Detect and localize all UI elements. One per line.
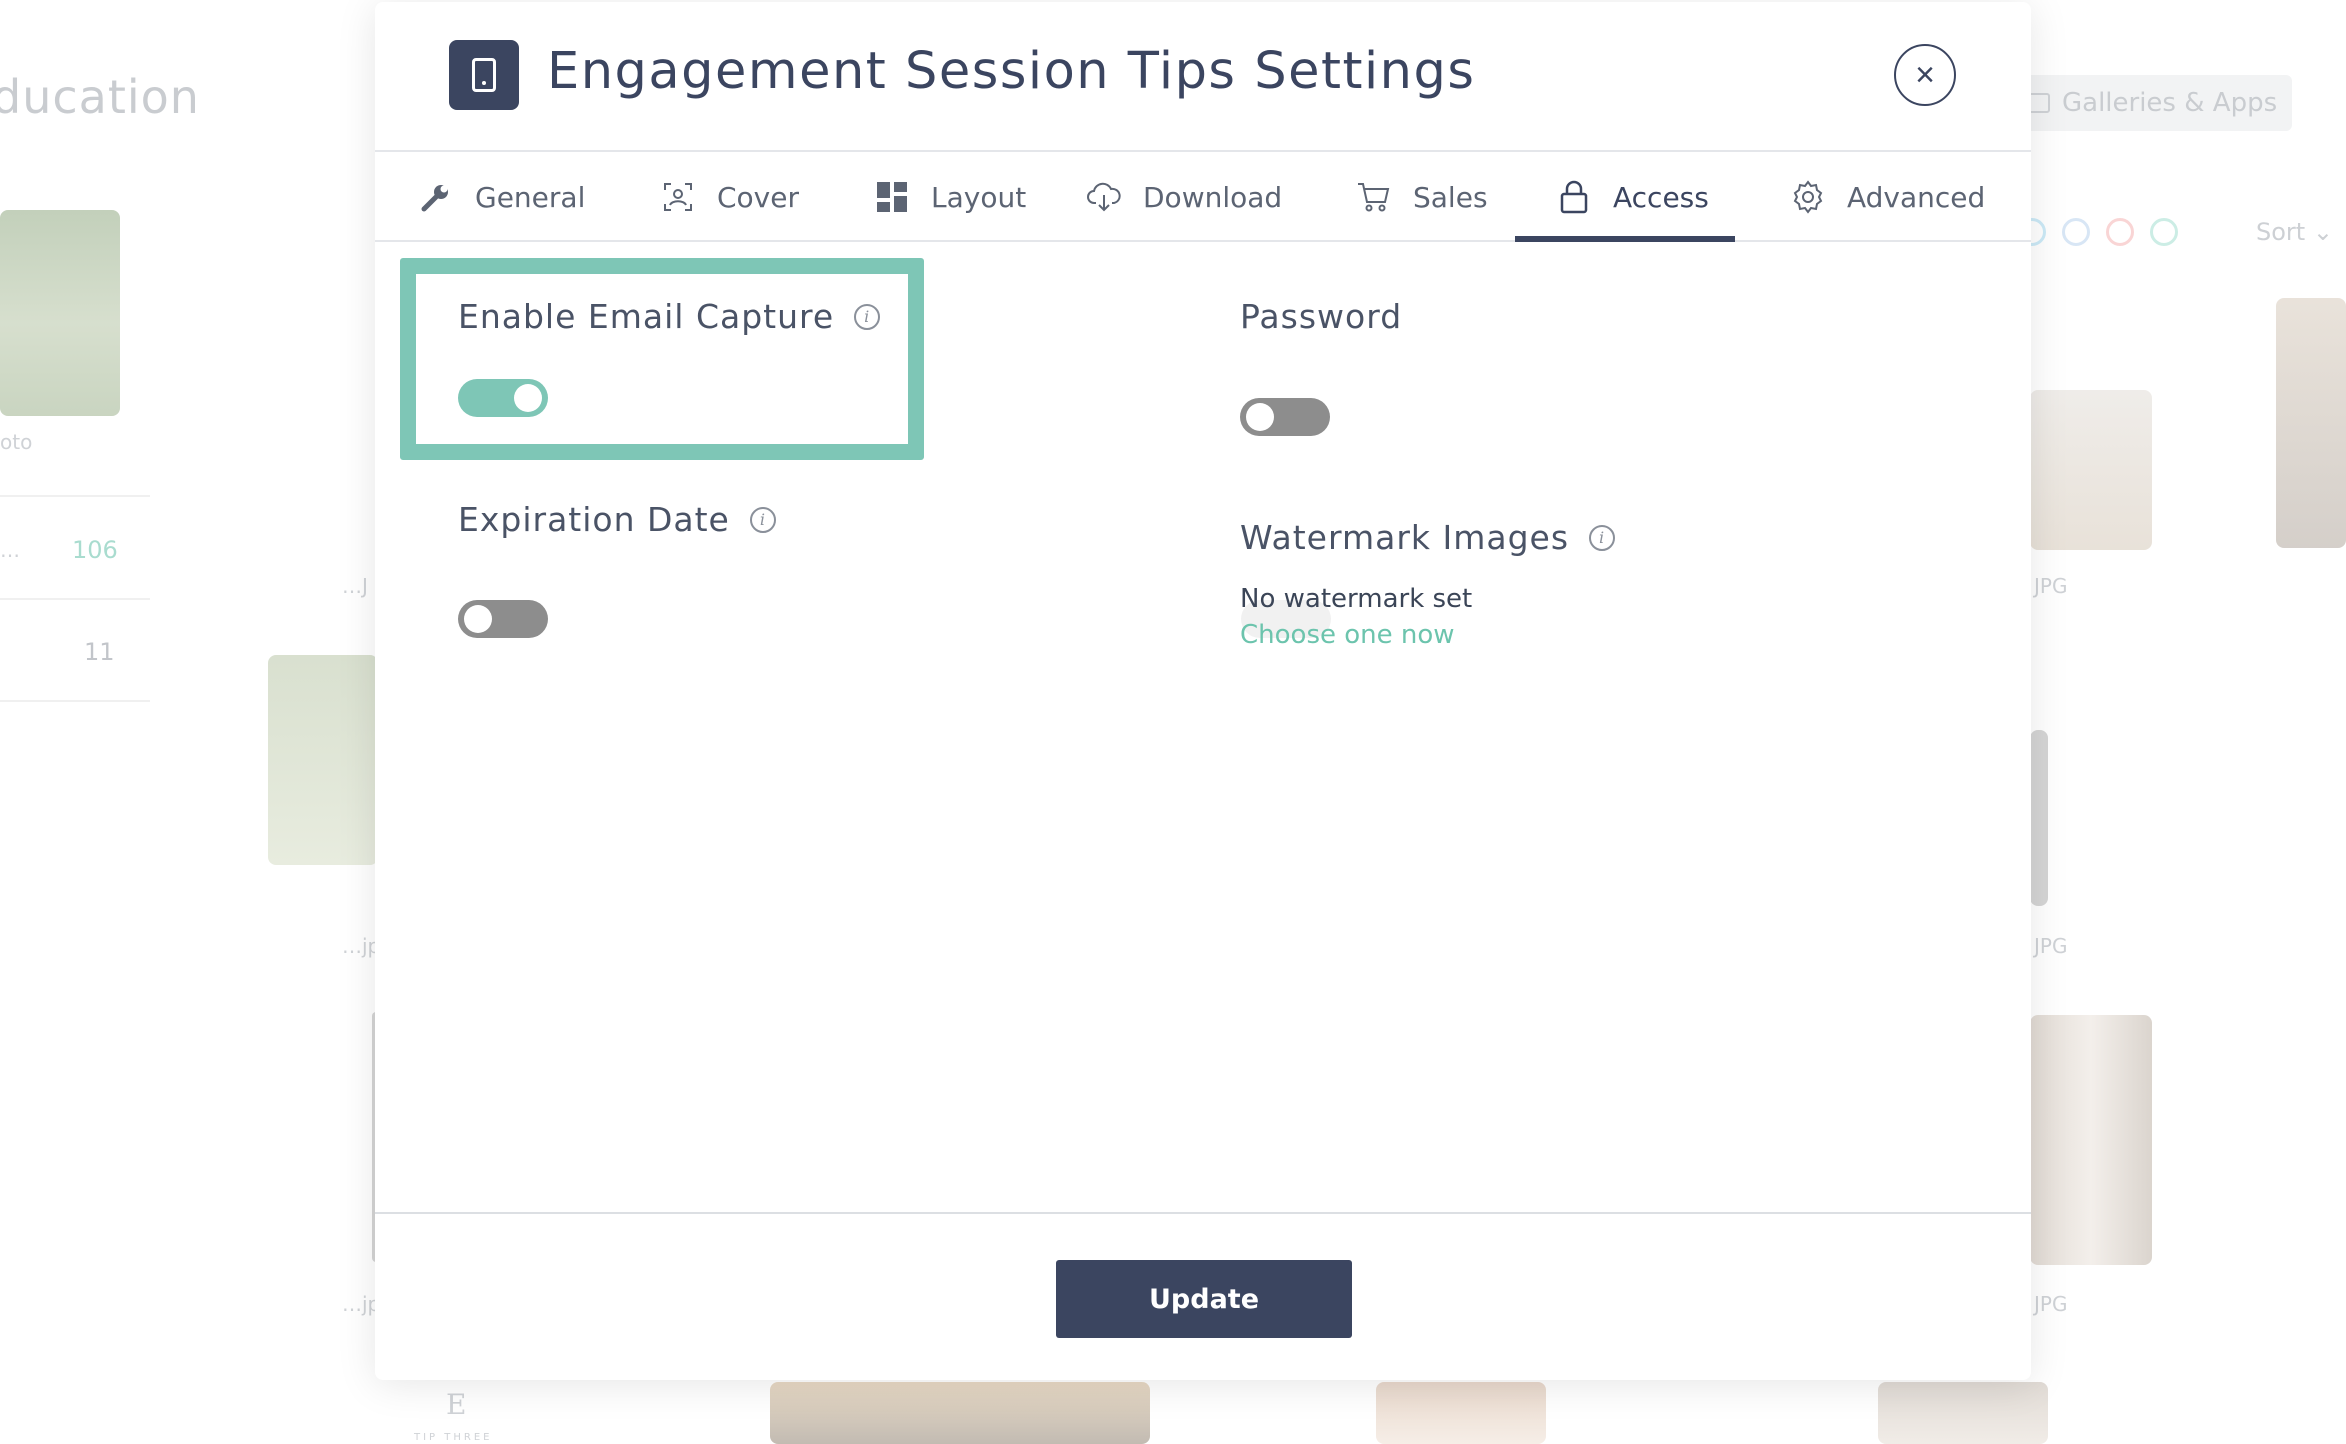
info-icon[interactable]: i xyxy=(854,303,881,330)
lock-icon xyxy=(1557,180,1591,214)
background-thumbnail-letter: E xyxy=(446,1388,467,1421)
tab-download[interactable]: Download xyxy=(1087,152,1282,242)
background-swatch xyxy=(2062,218,2090,246)
tab-layout-label: Layout xyxy=(931,180,1027,214)
tab-cover[interactable]: Cover xyxy=(661,152,799,242)
expiration-date-label: Expiration Date i xyxy=(458,500,776,539)
background-thumbnail xyxy=(2030,1015,2152,1265)
phone-icon xyxy=(472,58,496,92)
background-caption: … xyxy=(0,538,20,562)
background-galleries-apps-button: Galleries & Apps xyxy=(2010,75,2292,131)
password-label: Password xyxy=(1240,297,1402,336)
background-thumbnail-subtitle: TIP THREE xyxy=(414,1432,493,1443)
tab-general[interactable]: General xyxy=(419,152,585,242)
background-thumbnail xyxy=(1878,1382,2048,1444)
background-caption: JPG xyxy=(2034,934,2068,958)
expiration-date-label-text: Expiration Date xyxy=(458,500,730,539)
gear-icon xyxy=(1791,180,1825,214)
tab-advanced-label: Advanced xyxy=(1847,180,1986,214)
tab-general-label: General xyxy=(475,180,586,214)
background-count: 106 xyxy=(72,536,118,564)
choose-watermark-link[interactable]: Choose one now xyxy=(1240,620,1455,650)
background-divider xyxy=(0,495,150,497)
mobile-app-icon xyxy=(449,40,519,110)
watermark-images-label: Watermark Images i xyxy=(1240,518,1616,557)
settings-tabs: General Cover Layout Download Sales Acce… xyxy=(375,150,2031,242)
background-divider xyxy=(0,598,150,600)
background-divider xyxy=(0,700,150,702)
email-capture-highlight xyxy=(400,258,924,460)
info-icon[interactable]: i xyxy=(749,506,776,533)
email-capture-label: Enable Email Capture i xyxy=(458,297,881,336)
background-swatch xyxy=(2106,218,2134,246)
grid-layout-icon xyxy=(875,180,909,214)
cart-icon xyxy=(1357,180,1391,214)
toggle-knob xyxy=(514,384,542,412)
tab-layout[interactable]: Layout xyxy=(875,152,1026,242)
footer-divider xyxy=(375,1212,2031,1214)
tab-download-label: Download xyxy=(1143,180,1283,214)
background-caption: …J xyxy=(342,574,368,598)
tab-advanced[interactable]: Advanced xyxy=(1791,152,1985,242)
background-thumbnail xyxy=(1376,1382,1546,1444)
update-button[interactable]: Update xyxy=(1056,1260,1352,1338)
background-caption: oto xyxy=(0,430,33,454)
email-capture-toggle[interactable] xyxy=(458,379,548,417)
email-capture-label-text: Enable Email Capture xyxy=(458,297,835,336)
background-thumbnail xyxy=(0,210,120,416)
close-icon: × xyxy=(1915,56,1935,94)
password-toggle[interactable] xyxy=(1240,398,1330,436)
modal-header: Engagement Session Tips Settings × xyxy=(375,2,2031,150)
cover-photo-icon xyxy=(661,180,695,214)
wrench-icon xyxy=(419,180,453,214)
active-tab-indicator xyxy=(1515,236,1735,242)
password-label-text: Password xyxy=(1240,297,1403,336)
background-count: 11 xyxy=(84,638,115,666)
background-swatch xyxy=(2150,218,2178,246)
background-thumbnail xyxy=(268,655,378,865)
modal-title: Engagement Session Tips Settings xyxy=(547,42,1476,101)
close-button[interactable]: × xyxy=(1894,44,1956,106)
tab-sales[interactable]: Sales xyxy=(1357,152,1488,242)
gallery-icon xyxy=(2028,93,2050,113)
cloud-download-icon xyxy=(1087,180,1121,214)
toggle-knob xyxy=(1246,403,1274,431)
expiration-date-toggle[interactable] xyxy=(458,600,548,638)
background-thumbnail xyxy=(2276,298,2346,548)
settings-modal: Engagement Session Tips Settings × Gener… xyxy=(375,2,2031,1380)
background-sort-label: Sort ⌄ xyxy=(2256,218,2333,246)
tab-cover-label: Cover xyxy=(717,180,799,214)
background-thumbnail xyxy=(2030,730,2048,906)
tab-access[interactable]: Access xyxy=(1557,152,1709,242)
info-icon[interactable]: i xyxy=(1589,524,1616,551)
tab-sales-label: Sales xyxy=(1413,180,1488,214)
background-caption: JPG xyxy=(2034,574,2068,598)
watermark-images-label-text: Watermark Images xyxy=(1240,518,1570,557)
background-galleries-apps-label: Galleries & Apps xyxy=(2062,88,2278,118)
background-thumbnail xyxy=(770,1382,1150,1444)
toggle-knob xyxy=(464,605,492,633)
tab-access-label: Access xyxy=(1613,180,1709,214)
background-thumbnail xyxy=(2030,390,2152,550)
background-color-swatches xyxy=(2018,218,2178,246)
background-page-title: ducation xyxy=(0,70,200,124)
watermark-status: No watermark set xyxy=(1240,584,1473,614)
background-caption: JPG xyxy=(2034,1292,2068,1316)
